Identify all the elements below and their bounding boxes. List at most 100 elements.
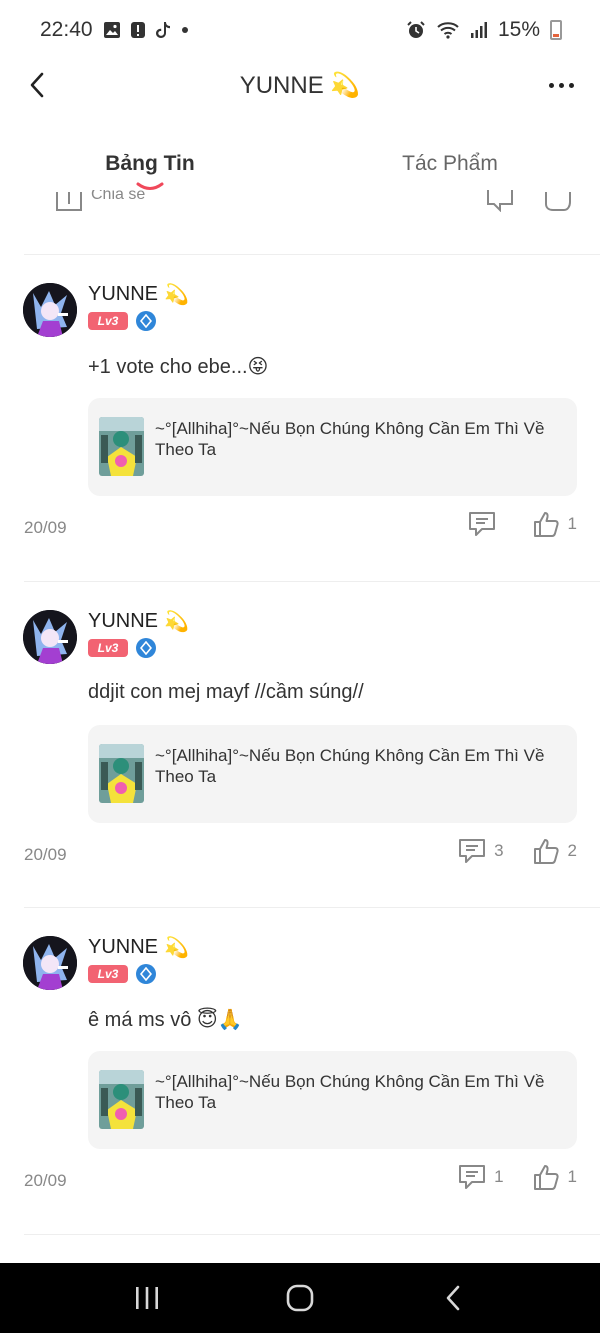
feed-post: YUNNE 💫 Lv3 +1 vote cho ebe...😝 ~°[Allhi…: [0, 254, 600, 554]
story-cover-thumbnail: [99, 744, 144, 803]
feed-post: YUNNE 💫 Lv3 ddjit con mej mayf //cầm sún…: [0, 581, 600, 881]
thumbs-up-icon: [533, 512, 559, 537]
more-dot: [558, 82, 564, 88]
post-actions: 1: [440, 510, 577, 538]
story-cover-thumbnail: [99, 1070, 144, 1129]
avatar[interactable]: [23, 936, 77, 990]
wifi-icon: [436, 20, 460, 40]
status-right: 15%: [406, 18, 562, 42]
level-badge: Lv3: [88, 312, 128, 330]
avatar[interactable]: [23, 283, 77, 337]
post-text: ddjit con mej mayf //cầm súng//: [88, 681, 364, 703]
level-badge: Lv3: [88, 639, 128, 657]
gallery-notification-icon: [103, 21, 121, 39]
linked-story-card[interactable]: ~°[Allhiha]°~Nếu Bọn Chúng Không Cần Em …: [88, 398, 577, 496]
more-dot: [548, 82, 554, 88]
tiktok-notification-icon: [155, 21, 171, 39]
comment-count: 3: [494, 841, 504, 860]
system-navigation-bar: [0, 1263, 600, 1333]
battery-percent: 15%: [497, 18, 540, 41]
story-title: ~°[Allhiha]°~Nếu Bọn Chúng Không Cần Em …: [155, 746, 545, 786]
post-date: 20/09: [24, 845, 67, 864]
like-count: 1: [567, 1167, 577, 1186]
comment-button[interactable]: [468, 510, 504, 538]
share-button[interactable]: Chia sẻ: [55, 190, 145, 212]
feed-post: YUNNE 💫 Lv3 ê má ms vô 😇🙏 ~°[Allhiha]°~N…: [0, 907, 600, 1207]
home-button[interactable]: [270, 1268, 330, 1328]
post-actions: 1 1: [430, 1163, 577, 1191]
comment-icon: [459, 839, 486, 863]
chevron-left-icon: [30, 72, 44, 98]
profile-header: YUNNE 💫: [0, 60, 600, 110]
page-title: YUNNE 💫: [239, 71, 361, 99]
sparkle-emoji: 💫: [164, 937, 189, 959]
more-notifications-dot-icon: [181, 26, 189, 34]
signal-icon: [470, 21, 488, 39]
user-badges: Lv3: [88, 311, 156, 331]
comment-icon[interactable]: [486, 190, 514, 212]
username-text: YUNNE: [88, 610, 159, 632]
comment-count: 1: [494, 1167, 504, 1186]
previous-post-icons: [486, 190, 572, 212]
system-back-button[interactable]: [423, 1268, 483, 1328]
story-title: ~°[Allhiha]°~Nếu Bọn Chúng Không Cần Em …: [155, 1072, 545, 1112]
more-options-button[interactable]: [544, 70, 578, 100]
divider: [24, 1234, 600, 1235]
story-cover-thumbnail: [99, 417, 144, 476]
comment-button[interactable]: 3: [458, 837, 504, 865]
battery-icon: [550, 20, 562, 40]
post-username[interactable]: YUNNE 💫: [88, 609, 189, 634]
chevron-left-icon: [447, 1285, 460, 1311]
verified-icon: [136, 964, 156, 984]
comment-button[interactable]: 1: [458, 1163, 504, 1191]
status-bar: 22:40 15%: [0, 0, 600, 60]
comment-icon: [459, 1165, 486, 1189]
back-button[interactable]: [20, 68, 54, 102]
tab-works[interactable]: Tác Phẩm: [300, 140, 600, 190]
linked-story-card[interactable]: ~°[Allhiha]°~Nếu Bọn Chúng Không Cần Em …: [88, 1051, 577, 1149]
sparkle-emoji: 💫: [164, 284, 189, 306]
more-dot: [568, 82, 574, 88]
share-icon: [56, 192, 82, 211]
thumbs-up-icon: [533, 1165, 559, 1190]
post-date: 20/09: [24, 518, 67, 537]
share-label: Chia sẻ: [91, 190, 146, 203]
post-actions: 3 2: [430, 837, 577, 865]
verified-icon: [136, 311, 156, 331]
recent-apps-icon: [135, 1287, 158, 1309]
post-username[interactable]: YUNNE 💫: [88, 935, 189, 960]
username-text: YUNNE: [88, 936, 159, 958]
avatar-image: [23, 283, 77, 337]
post-text: ê má ms vô 😇🙏: [88, 1009, 243, 1031]
like-button[interactable]: 1: [532, 1163, 577, 1191]
thumbs-up-icon: [533, 839, 559, 864]
like-count: 2: [567, 841, 577, 860]
comment-icon: [468, 512, 495, 536]
linked-story-card[interactable]: ~°[Allhiha]°~Nếu Bọn Chúng Không Cần Em …: [88, 725, 577, 823]
status-left: 22:40: [40, 18, 189, 42]
user-badges: Lv3: [88, 964, 156, 984]
story-title: ~°[Allhiha]°~Nếu Bọn Chúng Không Cần Em …: [155, 419, 545, 459]
level-badge: Lv3: [88, 965, 128, 983]
home-icon: [286, 1284, 314, 1312]
verified-icon: [136, 638, 156, 658]
avatar-image: [23, 610, 77, 664]
post-username[interactable]: YUNNE 💫: [88, 282, 189, 307]
user-badges: Lv3: [88, 638, 156, 658]
post-date: 20/09: [24, 1171, 67, 1190]
profile-tabs: Bảng Tin Tác Phẩm: [0, 140, 600, 190]
avatar-image: [23, 936, 77, 990]
status-time: 22:40: [40, 18, 93, 41]
previous-post-actions: Chia sẻ: [0, 190, 600, 220]
like-button[interactable]: 2: [532, 837, 577, 865]
like-count: 1: [567, 514, 577, 533]
like-button[interactable]: 1: [532, 510, 577, 538]
alert-notification-icon: [130, 21, 145, 39]
sparkle-emoji: 💫: [164, 611, 189, 633]
recent-apps-button[interactable]: [117, 1268, 177, 1328]
alarm-icon: [406, 20, 426, 40]
post-text: +1 vote cho ebe...😝: [88, 356, 269, 378]
avatar[interactable]: [23, 610, 77, 664]
thumbs-up-icon[interactable]: [544, 190, 572, 212]
username-text: YUNNE: [88, 283, 159, 305]
